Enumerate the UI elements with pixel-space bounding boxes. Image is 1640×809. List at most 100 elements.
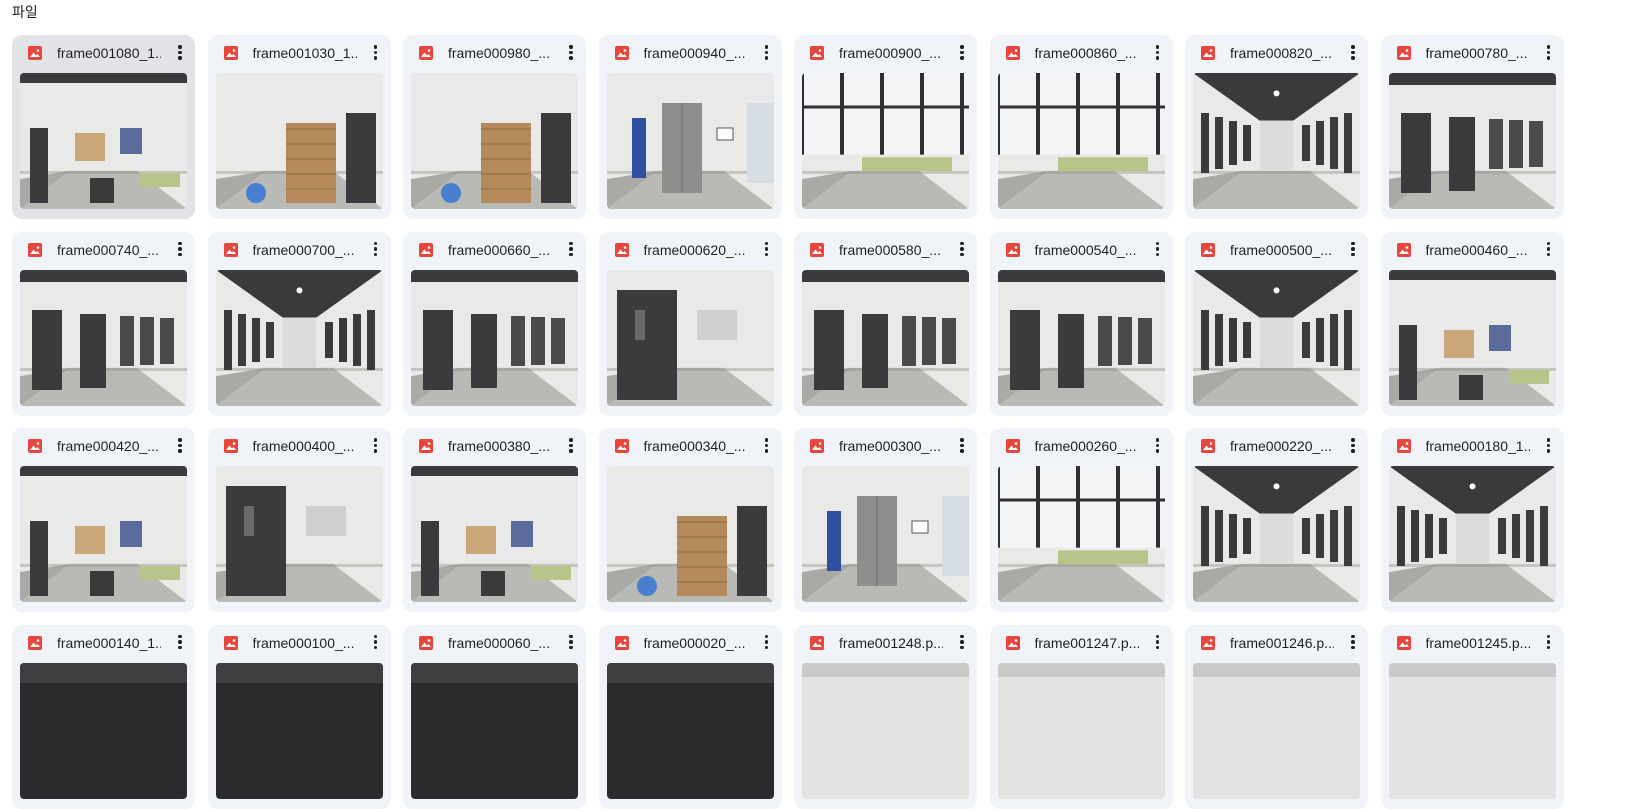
more-vert-icon[interactable]	[559, 433, 583, 457]
more-vert-icon[interactable]	[950, 433, 974, 457]
file-card[interactable]: frame000540_...	[989, 231, 1173, 416]
file-card[interactable]: frame000060_...	[403, 624, 586, 809]
file-card[interactable]: frame001080_1...	[12, 35, 195, 219]
more-vert-icon[interactable]	[364, 630, 388, 654]
file-thumbnail[interactable]	[802, 466, 969, 602]
file-name: frame001248.p...	[839, 634, 943, 651]
file-card[interactable]: frame001245.p...	[1380, 624, 1564, 809]
file-thumbnail[interactable]	[411, 73, 578, 209]
file-card[interactable]: frame000340_...	[598, 428, 782, 612]
file-card[interactable]: frame001247.p...	[989, 624, 1173, 809]
more-vert-icon[interactable]	[168, 433, 192, 457]
more-vert-icon[interactable]	[559, 237, 583, 261]
more-vert-icon[interactable]	[559, 630, 583, 654]
file-thumbnail[interactable]	[1388, 73, 1556, 209]
file-card-header: frame000300_...	[794, 428, 977, 466]
file-thumbnail[interactable]	[997, 269, 1165, 406]
more-vert-icon[interactable]	[1341, 40, 1365, 64]
more-vert-icon[interactable]	[1146, 630, 1170, 654]
more-vert-icon[interactable]	[1537, 237, 1561, 261]
more-vert-icon[interactable]	[755, 40, 779, 64]
more-vert-icon[interactable]	[755, 630, 779, 654]
file-card[interactable]: frame000660_...	[403, 231, 586, 416]
file-thumbnail[interactable]	[1388, 466, 1556, 602]
more-vert-icon[interactable]	[1341, 630, 1365, 654]
more-vert-icon[interactable]	[950, 237, 974, 261]
file-thumbnail[interactable]	[215, 269, 383, 406]
file-thumbnail[interactable]	[1193, 662, 1360, 799]
file-thumbnail[interactable]	[20, 269, 187, 406]
more-vert-icon[interactable]	[364, 433, 388, 457]
file-thumbnail[interactable]	[997, 662, 1165, 799]
file-card[interactable]: frame000500_...	[1185, 231, 1368, 416]
more-vert-icon[interactable]	[755, 237, 779, 261]
file-thumbnail[interactable]	[411, 466, 578, 602]
file-thumbnail[interactable]	[411, 662, 578, 799]
more-vert-icon[interactable]	[168, 40, 192, 64]
file-card[interactable]: frame001030_1...	[207, 35, 391, 219]
file-thumbnail[interactable]	[606, 73, 774, 209]
file-thumbnail[interactable]	[20, 73, 187, 209]
file-card[interactable]: frame000820_...	[1185, 35, 1368, 219]
file-card[interactable]: frame001248.p...	[794, 624, 977, 809]
more-vert-icon[interactable]	[1146, 40, 1170, 64]
more-vert-icon[interactable]	[364, 40, 388, 64]
file-card[interactable]: frame000260_...	[989, 428, 1173, 612]
more-vert-icon[interactable]	[1146, 237, 1170, 261]
file-card[interactable]: frame000220_...	[1185, 428, 1368, 612]
more-vert-icon[interactable]	[559, 40, 583, 64]
file-thumbnail[interactable]	[997, 466, 1165, 602]
file-card-header: frame000820_...	[1185, 35, 1368, 73]
file-card[interactable]: frame001246.p...	[1185, 624, 1368, 809]
file-thumbnail[interactable]	[20, 662, 187, 799]
more-vert-icon[interactable]	[950, 630, 974, 654]
file-card[interactable]: frame000420_...	[12, 428, 195, 612]
file-card[interactable]: frame000940_...	[598, 35, 782, 219]
file-thumbnail[interactable]	[1193, 466, 1360, 602]
file-card[interactable]: frame000380_...	[403, 428, 586, 612]
file-thumbnail[interactable]	[606, 466, 774, 602]
file-card[interactable]: frame000400_...	[207, 428, 391, 612]
file-card-header: frame000220_...	[1185, 428, 1368, 466]
file-thumbnail[interactable]	[802, 73, 969, 209]
file-card[interactable]: frame000980_...	[403, 35, 586, 219]
file-card[interactable]: frame000900_...	[794, 35, 977, 219]
file-thumbnail[interactable]	[802, 269, 969, 406]
file-thumbnail[interactable]	[215, 662, 383, 799]
more-vert-icon[interactable]	[1537, 630, 1561, 654]
more-vert-icon[interactable]	[755, 433, 779, 457]
file-card[interactable]: frame000580_...	[794, 231, 977, 416]
more-vert-icon[interactable]	[1146, 433, 1170, 457]
more-vert-icon[interactable]	[168, 237, 192, 261]
file-card[interactable]: frame000620_...	[598, 231, 782, 416]
file-card[interactable]: frame000020_...	[598, 624, 782, 809]
file-thumbnail[interactable]	[1193, 269, 1360, 406]
more-vert-icon[interactable]	[1537, 40, 1561, 64]
file-thumbnail[interactable]	[215, 73, 383, 209]
file-card[interactable]: frame000460_...	[1380, 231, 1564, 416]
file-thumbnail[interactable]	[411, 269, 578, 406]
file-thumbnail[interactable]	[606, 662, 774, 799]
more-vert-icon[interactable]	[1341, 433, 1365, 457]
more-vert-icon[interactable]	[950, 40, 974, 64]
file-thumbnail[interactable]	[1388, 662, 1556, 799]
file-card[interactable]: frame000300_...	[794, 428, 977, 612]
file-card[interactable]: frame000860_...	[989, 35, 1173, 219]
file-thumbnail[interactable]	[1193, 73, 1360, 209]
file-card[interactable]: frame000740_...	[12, 231, 195, 416]
file-card[interactable]: frame000140_1...	[12, 624, 195, 809]
file-thumbnail[interactable]	[606, 269, 774, 406]
file-card[interactable]: frame000780_...	[1380, 35, 1564, 219]
file-thumbnail[interactable]	[802, 662, 969, 799]
file-thumbnail[interactable]	[20, 466, 187, 602]
more-vert-icon[interactable]	[1537, 433, 1561, 457]
file-thumbnail[interactable]	[997, 73, 1165, 209]
file-card[interactable]: frame000100_...	[207, 624, 391, 809]
file-card[interactable]: frame000700_...	[207, 231, 391, 416]
file-card[interactable]: frame000180_1...	[1380, 428, 1564, 612]
file-thumbnail[interactable]	[1388, 269, 1556, 406]
more-vert-icon[interactable]	[168, 630, 192, 654]
more-vert-icon[interactable]	[1341, 237, 1365, 261]
more-vert-icon[interactable]	[364, 237, 388, 261]
file-thumbnail[interactable]	[215, 466, 383, 602]
